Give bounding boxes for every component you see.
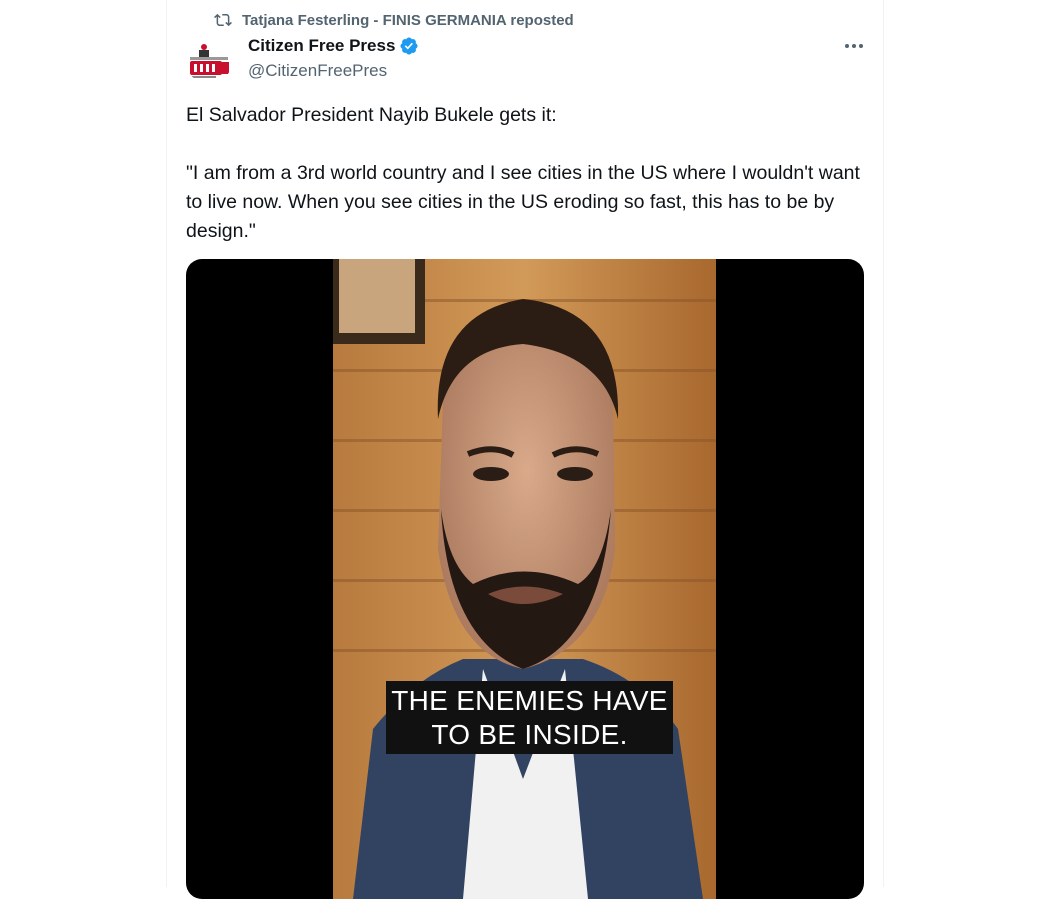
author-name[interactable]: Citizen Free Press xyxy=(248,36,395,56)
tweet-paragraph-1: El Salvador President Nayib Bukele gets … xyxy=(186,104,557,126)
more-options-icon xyxy=(845,44,863,48)
tweet-paragraph-2: "I am from a 3rd world country and I see… xyxy=(186,162,860,242)
more-options-button[interactable] xyxy=(842,34,866,58)
avatar-logo xyxy=(186,38,232,84)
video-frame: THE ENEMIES HAVE TO BE INSIDE. xyxy=(333,259,716,899)
verified-badge-icon xyxy=(400,37,418,55)
tweet-text: El Salvador President Nayib Bukele gets … xyxy=(186,101,862,246)
repost-icon xyxy=(214,13,232,27)
repost-indicator[interactable]: Tatjana Festerling - FINIS GERMANIA repo… xyxy=(214,10,574,30)
video-player[interactable]: THE ENEMIES HAVE TO BE INSIDE. xyxy=(186,259,864,899)
author-name-row[interactable]: Citizen Free Press xyxy=(248,36,419,56)
author-avatar[interactable] xyxy=(186,38,232,84)
caption-line-1: THE ENEMIES HAVE xyxy=(391,684,668,716)
video-caption: THE ENEMIES HAVE TO BE INSIDE. xyxy=(386,681,673,754)
repost-text: Tatjana Festerling - FINIS GERMANIA repo… xyxy=(242,11,574,29)
caption-line-2: TO BE INSIDE. xyxy=(431,718,628,750)
author-handle[interactable]: @CitizenFreePres xyxy=(248,61,387,81)
video-still-image xyxy=(333,259,716,899)
